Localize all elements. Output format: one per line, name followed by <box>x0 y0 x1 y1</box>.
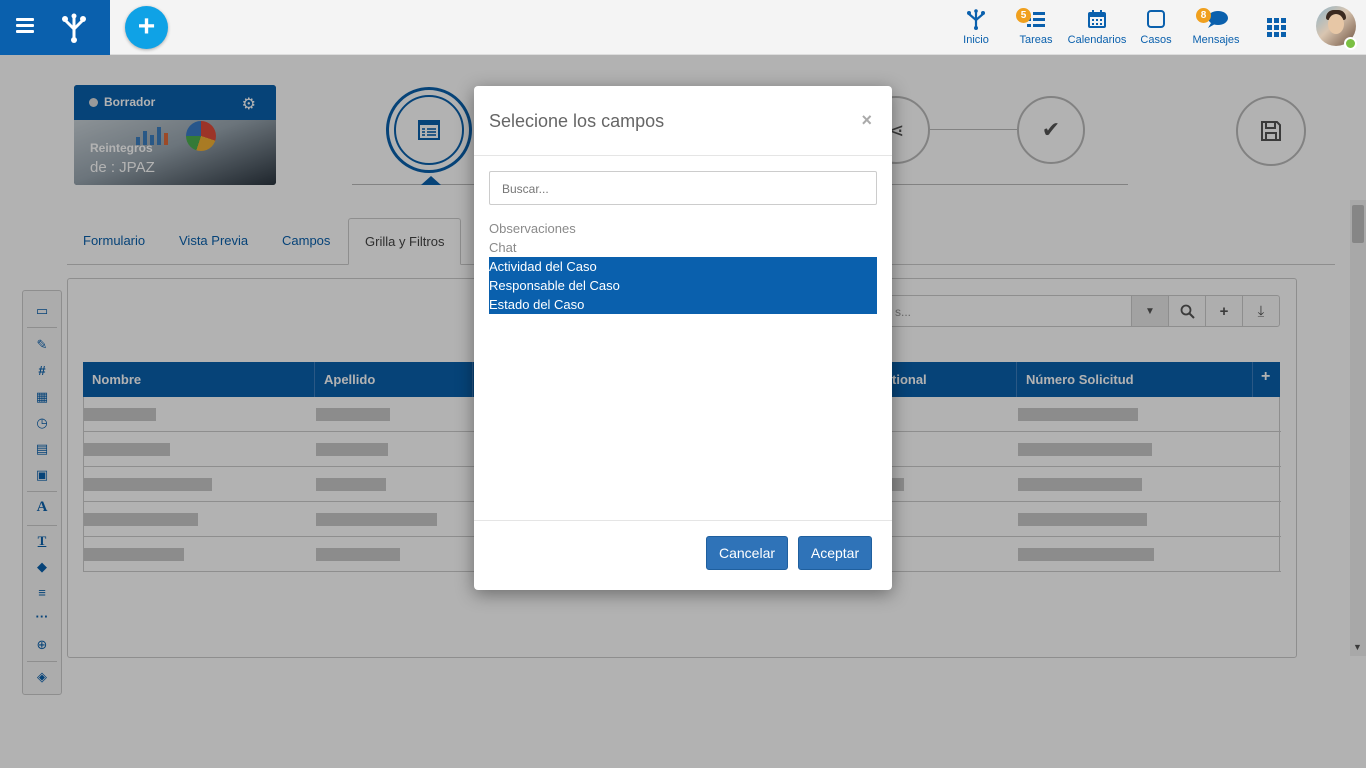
dialog-title: Selecione los campos <box>489 111 665 131</box>
apps-grid-icon[interactable] <box>1267 18 1286 37</box>
nav-calendarios-label: Calendarios <box>1067 34 1127 46</box>
top-navbar: + Inicio Tareas 5 Calendarios Casos Mens… <box>0 0 1366 55</box>
online-status-indicator <box>1344 37 1357 50</box>
brand-area <box>0 0 110 55</box>
fields-search-input[interactable]: Buscar... <box>489 171 877 205</box>
nav-tareas[interactable]: Tareas 5 <box>1016 6 1056 46</box>
cancel-button[interactable]: Cancelar <box>706 536 788 570</box>
nav-mensajes[interactable]: Mensajes 8 <box>1191 6 1241 46</box>
nav-casos[interactable]: Casos <box>1138 6 1174 46</box>
close-icon[interactable]: × <box>861 110 872 131</box>
field-option-responsable-del-caso[interactable]: Responsable del Caso <box>489 276 877 295</box>
calendar-icon <box>1088 10 1106 28</box>
nav-casos-label: Casos <box>1140 34 1172 46</box>
nav-mensajes-label: Mensajes <box>1192 34 1240 46</box>
new-item-button[interactable]: + <box>125 6 168 49</box>
field-option-actividad-del-caso[interactable]: Actividad del Caso <box>489 257 877 276</box>
app-logo-icon[interactable] <box>56 9 92 45</box>
nav-tareas-label: Tareas <box>1019 34 1053 46</box>
fields-list[interactable]: Observaciones Chat Actividad del Caso Re… <box>489 219 877 314</box>
hamburger-menu-icon[interactable] <box>16 18 34 34</box>
nav-inicio[interactable]: Inicio <box>958 6 994 46</box>
nav-inicio-label: Inicio <box>963 34 989 46</box>
tasks-badge: 5 <box>1016 8 1031 23</box>
accept-button[interactable]: Aceptar <box>798 536 872 570</box>
field-option-chat[interactable]: Chat <box>489 238 877 257</box>
nav-calendarios[interactable]: Calendarios <box>1066 6 1128 46</box>
dialog-footer-divider <box>474 520 892 521</box>
dialog-header-divider <box>474 155 892 156</box>
home-network-icon <box>967 9 985 30</box>
field-option-observaciones[interactable]: Observaciones <box>489 219 877 238</box>
messages-badge: 8 <box>1196 8 1211 23</box>
field-option-estado-del-caso[interactable]: Estado del Caso <box>489 295 877 314</box>
select-fields-dialog: Selecione los campos × Buscar... Observa… <box>474 86 892 590</box>
cases-icon <box>1147 10 1165 28</box>
